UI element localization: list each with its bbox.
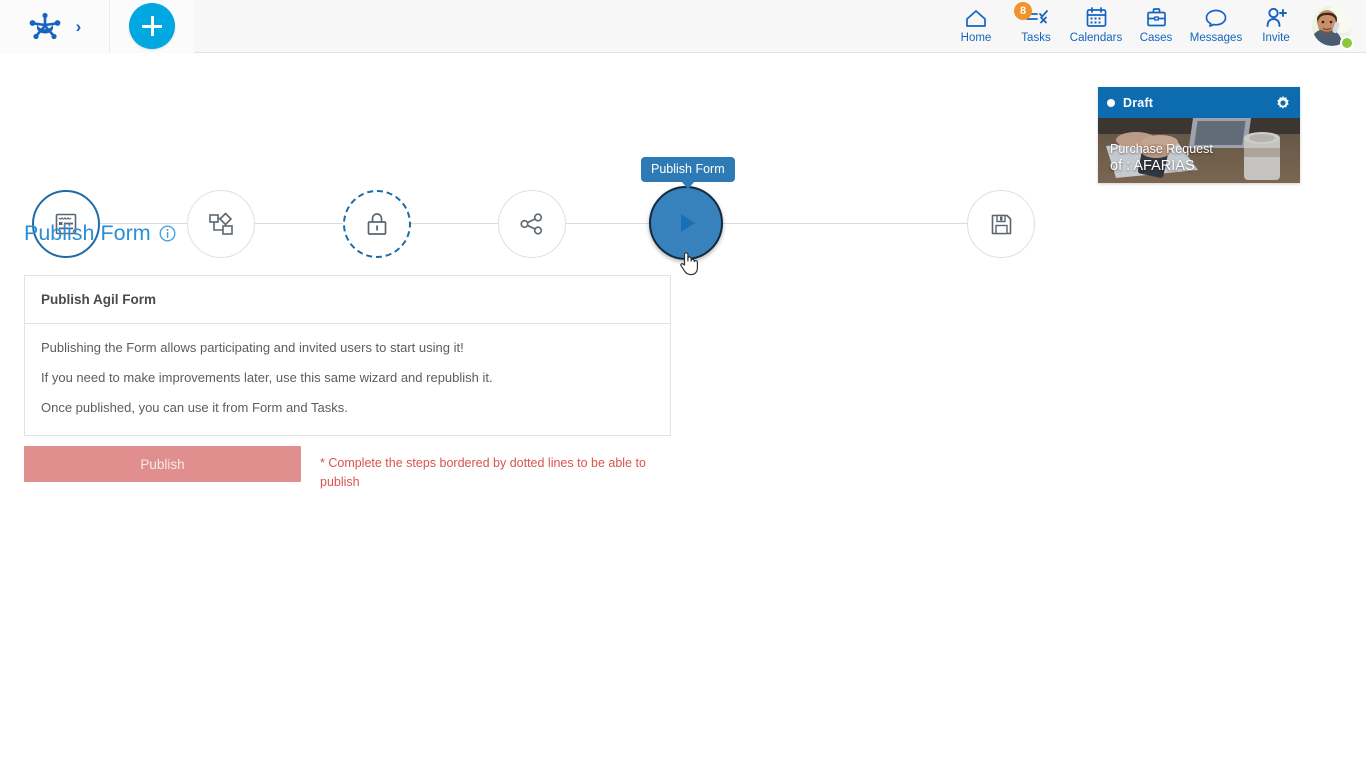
invite-user-icon [1264,6,1289,30]
info-icon[interactable] [159,225,176,242]
chat-icon [1204,6,1228,30]
nav-item-invite[interactable]: Invite [1246,0,1306,44]
case-card-title-line2: of : AFARIAS [1110,158,1195,175]
gear-icon[interactable] [1275,95,1291,111]
publish-panel-title: Publish Agil Form [41,292,157,307]
case-card-header: Draft [1098,87,1300,118]
publish-panel-body: Publishing the Form allows participating… [25,324,670,435]
publish-panel-header: Publish Agil Form [25,276,670,324]
nav-item-cases[interactable]: Cases [1126,0,1186,44]
calendar-icon [1085,6,1108,30]
avatar[interactable] [1306,0,1358,53]
tasks-badge: 8 [1014,1,1032,20]
nav-label-calendars: Calendars [1069,31,1123,44]
case-card-title-line1: Purchase Request [1110,141,1213,156]
add-new-button[interactable] [129,3,175,49]
status-badge: Draft [1123,95,1154,110]
nav-item-messages[interactable]: Messages [1186,0,1246,44]
agil-logo-icon[interactable] [28,11,62,41]
case-card-title: Purchase Request of : AFARIAS [1110,141,1213,177]
nav-label-messages: Messages [1189,31,1243,44]
publish-button[interactable]: Publish [24,446,301,482]
nav-label-cases: Cases [1139,31,1173,44]
nav-item-home[interactable]: Home [946,0,1006,44]
publish-action-row: Publish * Complete the steps bordered by… [24,446,665,493]
publish-warning-text: * Complete the steps bordered by dotted … [320,456,646,490]
nav-item-tasks[interactable]: 8 Tasks [1006,0,1066,44]
add-zone [110,0,194,53]
status-dot-icon [1107,98,1115,107]
expand-sidebar-chevron-icon[interactable]: › [76,18,82,35]
case-card[interactable]: Draft Purchase Request of: AFARIAS [1098,87,1300,183]
primary-nav: Home 8 Tasks Calendars Cases Messages In… [946,0,1366,53]
home-icon [964,6,988,30]
step-publish[interactable] [649,186,723,260]
nav-label-tasks: Tasks [1021,31,1051,44]
share-icon [520,213,543,235]
nav-label-home: Home [960,31,992,44]
top-navigation-bar: › Home 8 Tasks Calendars Cases Messages … [0,0,1366,53]
publish-panel: Publish Agil Form Publishing the Form al… [24,275,671,436]
publish-info-line-2: If you need to make improvements later, … [41,369,493,385]
step-save[interactable] [967,190,1035,258]
lock-icon [367,213,387,235]
plus-icon [142,16,162,36]
workflow-icon [209,212,233,235]
publish-info-line-3: Once published, you can use it from Form… [41,399,348,415]
nav-item-calendars[interactable]: Calendars [1066,0,1126,44]
step-tooltip: Publish Form [641,157,735,189]
page-title: Publish Form [24,221,151,245]
briefcase-icon [1145,6,1168,30]
page-title-row: Publish Form [24,221,176,246]
brand-zone: › [0,0,110,53]
nav-label-invite: Invite [1262,31,1290,44]
play-icon [681,214,695,232]
step-permissions[interactable] [343,190,411,258]
online-status-dot [1340,35,1354,50]
save-icon [991,214,1011,234]
step-workflow[interactable] [187,190,255,258]
publish-info-line-1: Publishing the Form allows participating… [41,340,464,355]
case-card-body: Purchase Request of : AFARIAS [1098,118,1300,183]
step-share[interactable] [498,190,566,258]
